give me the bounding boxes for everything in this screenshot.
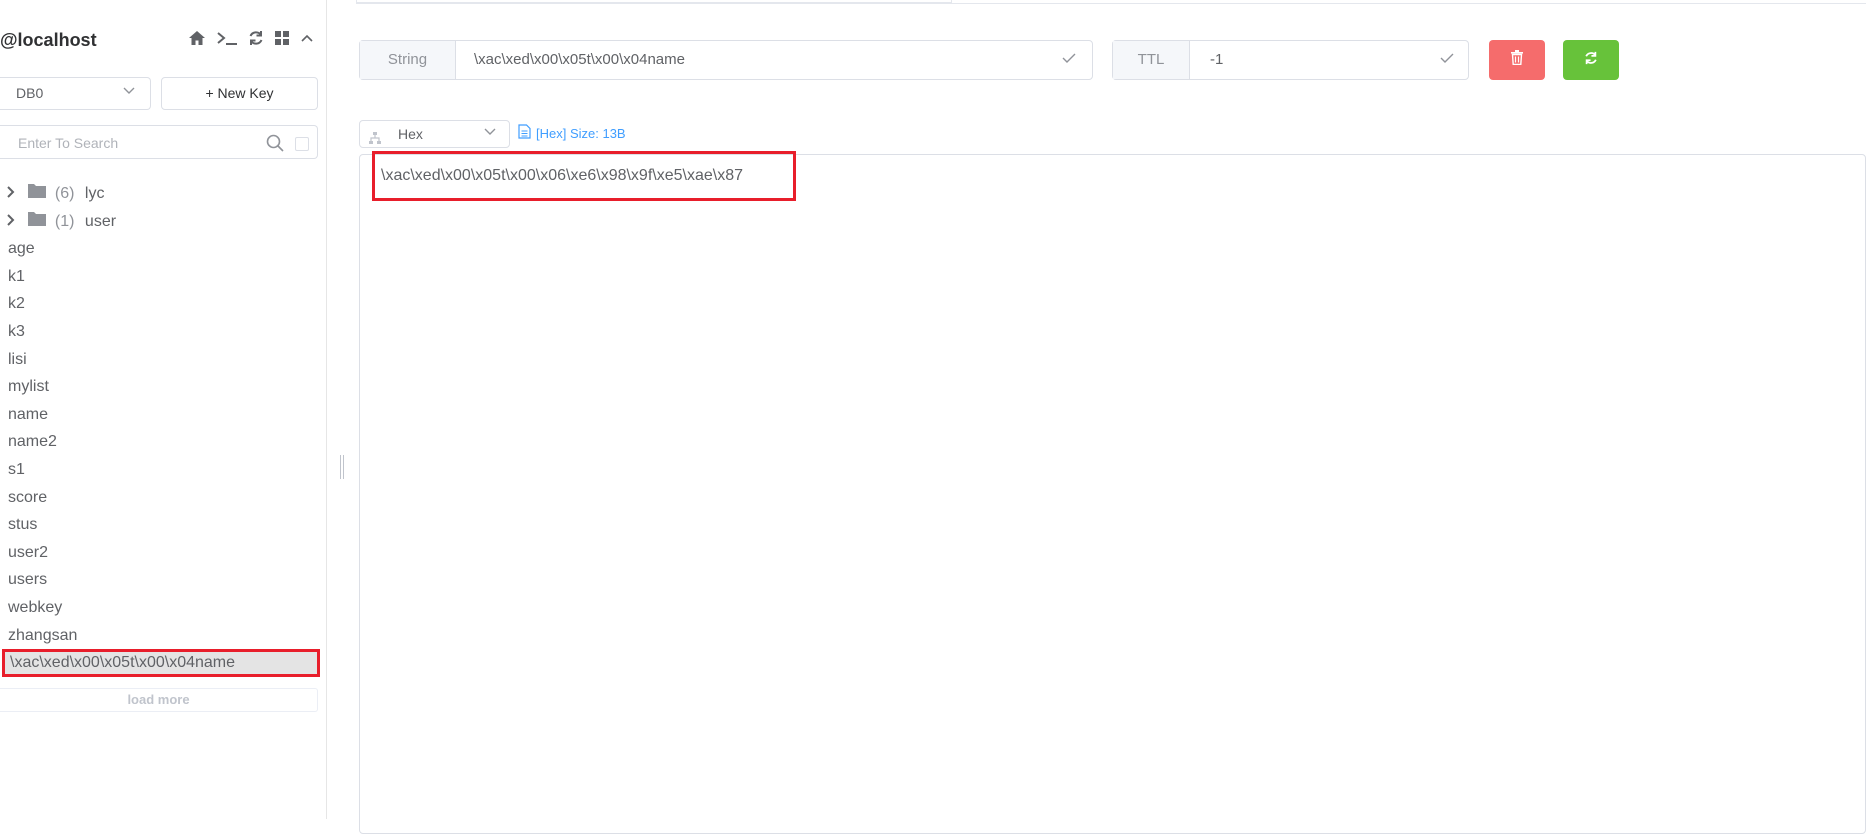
key-item[interactable]: k1 xyxy=(0,263,326,291)
check-icon[interactable] xyxy=(1440,41,1454,79)
view-format-value: Hex xyxy=(398,126,423,142)
chevron-up-icon[interactable] xyxy=(300,31,314,45)
key-name-value: \xac\xed\x00\x05t\x00\x04name xyxy=(474,51,685,68)
key-name-field: String \xac\xed\x00\x05t\x00\x04name xyxy=(359,40,1093,80)
key-item[interactable]: score xyxy=(0,484,326,512)
key-item[interactable]: name xyxy=(0,401,326,429)
terminal-icon[interactable] xyxy=(216,30,238,46)
new-key-button[interactable]: + New Key xyxy=(161,77,318,110)
key-item[interactable]: s1 xyxy=(0,456,326,484)
chevron-down-icon xyxy=(122,78,136,109)
value-editor[interactable] xyxy=(359,154,1866,834)
chevron-right-icon xyxy=(6,208,20,236)
folder-count: (6) xyxy=(54,185,75,203)
sidebar: @localhost DB0 + New Key Enter To Search… xyxy=(0,0,327,819)
document-icon xyxy=(518,124,531,142)
key-type-label: String xyxy=(360,41,456,79)
key-item[interactable]: k2 xyxy=(0,290,326,318)
db-select[interactable]: DB0 xyxy=(0,77,151,110)
grid-icon[interactable] xyxy=(274,30,290,46)
key-item[interactable]: mylist xyxy=(0,373,326,401)
folder-item[interactable]: (6) lyc xyxy=(0,180,326,208)
plus-icon: + xyxy=(205,85,214,101)
db-select-value: DB0 xyxy=(16,85,44,101)
search-input[interactable] xyxy=(16,134,260,152)
key-item[interactable]: k3 xyxy=(0,318,326,346)
folder-name: user xyxy=(84,212,117,230)
check-icon[interactable] xyxy=(1062,41,1076,79)
refresh-icon xyxy=(1584,51,1598,70)
connection-name: @localhost xyxy=(0,30,97,50)
key-item[interactable]: lisi xyxy=(0,346,326,374)
folder-icon xyxy=(28,208,47,236)
value-size-info: [Hex] Size: 13B xyxy=(518,124,626,142)
exact-search-checkbox[interactable] xyxy=(295,137,309,151)
search-box xyxy=(0,125,318,159)
key-item[interactable]: age xyxy=(0,235,326,263)
key-item[interactable]: webkey xyxy=(0,594,326,622)
key-item[interactable]: user2 xyxy=(0,539,326,567)
ttl-field: TTL -1 xyxy=(1112,40,1469,80)
key-list: (6) lyc (1) user age k1 k2 k3 lisi mylis… xyxy=(0,180,326,677)
chevron-right-icon xyxy=(6,180,20,208)
tree-icon xyxy=(368,127,382,153)
key-item[interactable]: stus xyxy=(0,511,326,539)
home-icon[interactable] xyxy=(188,30,206,46)
tab-bar xyxy=(356,0,1866,4)
trash-icon xyxy=(1510,50,1524,70)
key-item[interactable]: users xyxy=(0,566,326,594)
connection-toolbar xyxy=(188,30,314,46)
key-item[interactable]: zhangsan xyxy=(0,622,326,650)
ttl-label: TTL xyxy=(1113,41,1190,79)
key-item-selected[interactable]: \xac\xed\x00\x05t\x00\x04name xyxy=(2,649,320,677)
chevron-down-icon xyxy=(483,121,497,147)
folder-name: lyc xyxy=(84,185,105,203)
refresh-key-button[interactable] xyxy=(1563,40,1619,80)
key-item[interactable]: name2 xyxy=(0,428,326,456)
load-more-button[interactable]: load more xyxy=(0,688,318,712)
tab-active[interactable] xyxy=(356,0,952,3)
ttl-input[interactable]: -1 xyxy=(1190,41,1468,79)
delete-key-button[interactable] xyxy=(1489,40,1545,80)
size-text: [Hex] Size: 13B xyxy=(536,125,626,141)
folder-count: (1) xyxy=(54,212,75,230)
view-format-select[interactable]: Hex xyxy=(359,120,510,148)
refresh-icon[interactable] xyxy=(248,30,264,46)
ttl-value: -1 xyxy=(1210,51,1224,68)
new-key-label: New Key xyxy=(217,85,274,101)
key-name-input[interactable]: \xac\xed\x00\x05t\x00\x04name xyxy=(456,41,1092,79)
folder-item[interactable]: (1) user xyxy=(0,208,326,236)
folder-icon xyxy=(28,180,47,208)
value-text[interactable]: \xac\xed\x00\x05t\x00\x06\xe6\x98\x9f\xe… xyxy=(372,151,796,201)
search-icon[interactable] xyxy=(266,134,284,157)
resize-handle[interactable] xyxy=(340,455,344,479)
